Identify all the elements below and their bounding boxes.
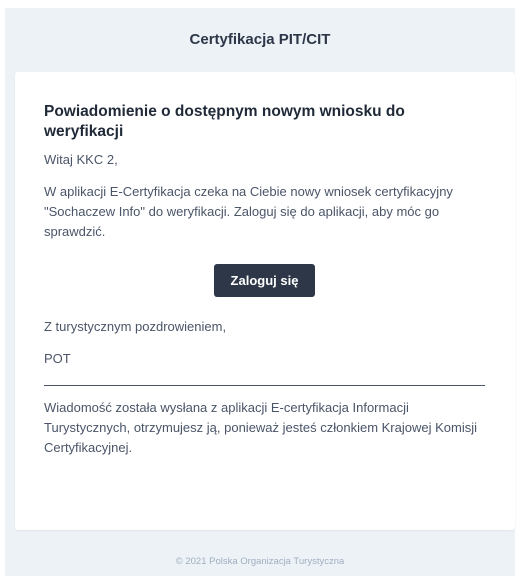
footer-note: Wiadomość została wysłana z aplikacji E-… bbox=[44, 400, 477, 455]
email-body: W aplikacji E-Certyfikacja czeka na Cieb… bbox=[44, 184, 453, 239]
closing: Z turystycznym pozdrowieniem, bbox=[44, 319, 227, 334]
greeting: Witaj KKC 2, bbox=[44, 152, 118, 167]
email-title: Powiadomienie o dostępnym nowym wniosku … bbox=[44, 103, 405, 140]
signature: POT bbox=[44, 351, 71, 366]
login-button[interactable]: Zaloguj się bbox=[214, 264, 315, 297]
header-title[interactable]: Certyfikacja PIT/CIT bbox=[190, 31, 331, 48]
divider bbox=[44, 385, 485, 386]
email-wrapper: Certyfikacja PIT/CIT Powiadomienie o dos… bbox=[5, 8, 515, 576]
copyright: © 2021 Polska Organizacja Turystyczna bbox=[175, 556, 345, 567]
button-row: Zaloguj się bbox=[44, 264, 485, 297]
email-header: Certyfikacja PIT/CIT bbox=[5, 8, 515, 70]
email-card: Powiadomienie o dostępnym nowym wniosku … bbox=[15, 72, 515, 530]
